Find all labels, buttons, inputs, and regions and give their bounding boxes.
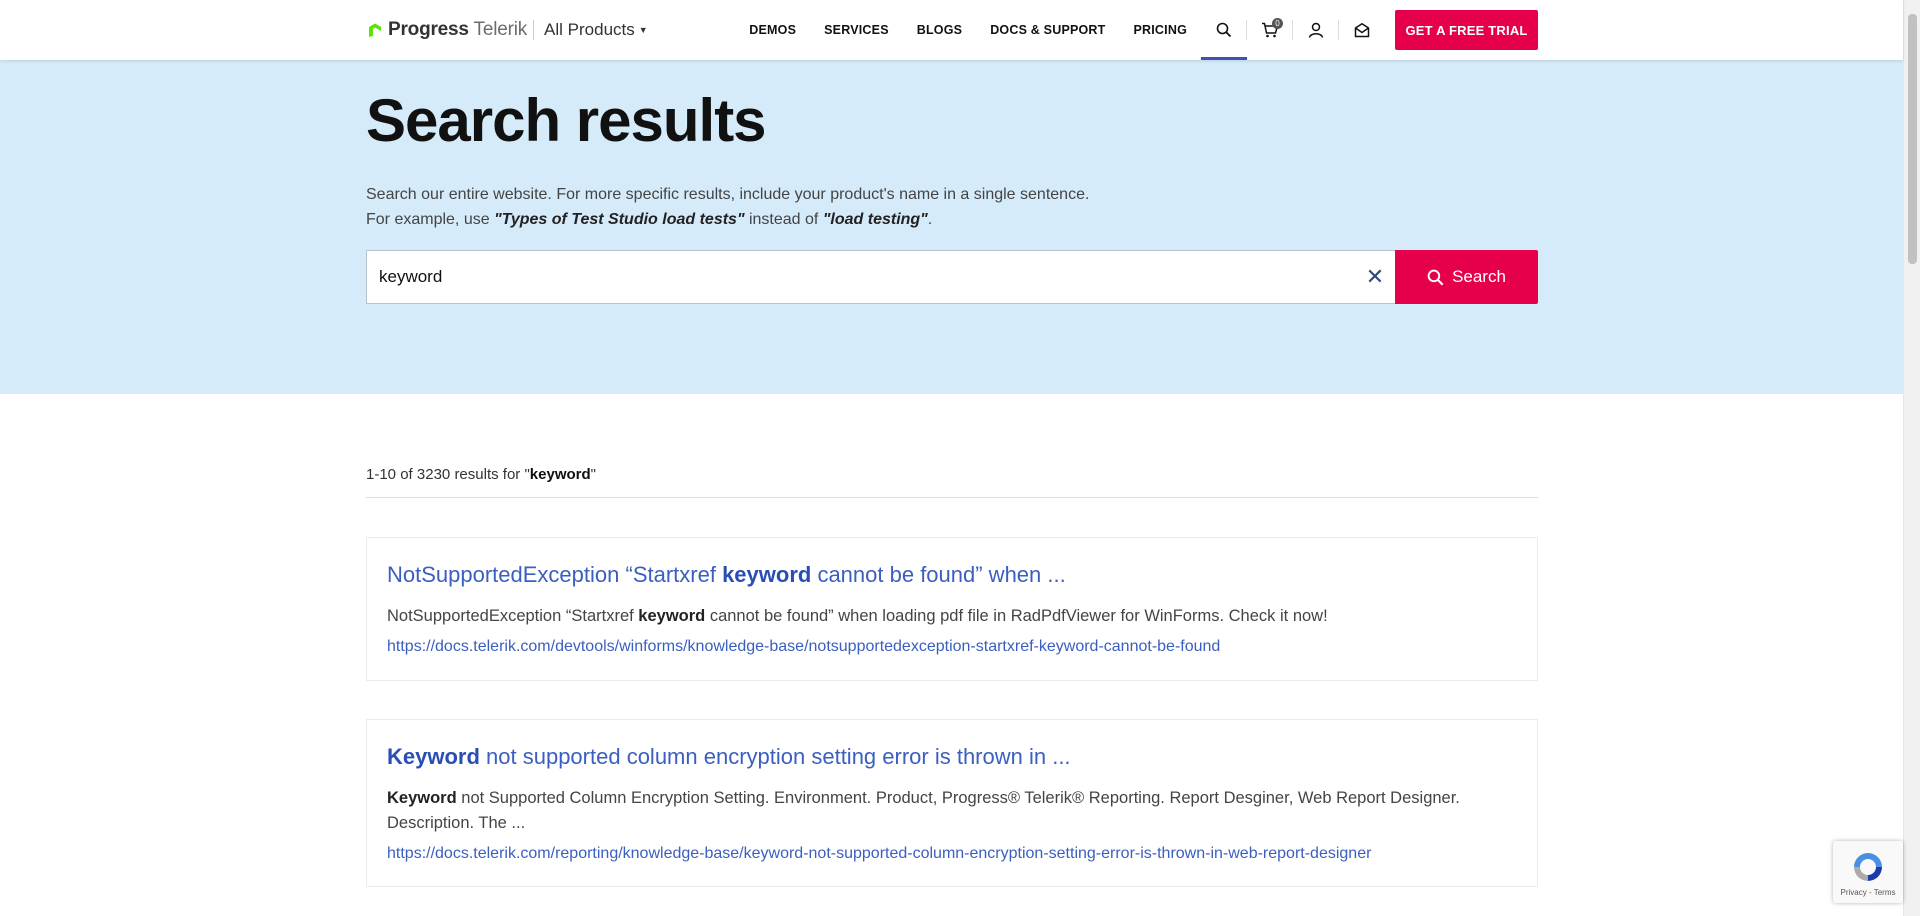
search-button[interactable]: Search bbox=[1395, 250, 1538, 304]
recaptcha-icon bbox=[1854, 853, 1882, 881]
search-description-line1: Search our entire website. For more spec… bbox=[366, 186, 1090, 203]
result-url-link[interactable]: https://docs.telerik.com/devtools/winfor… bbox=[387, 638, 1517, 656]
page-title: Search results bbox=[366, 87, 767, 154]
nav-cart-button[interactable]: 0 bbox=[1247, 0, 1293, 60]
all-products-menu[interactable]: All Products ▼ bbox=[544, 20, 648, 40]
nav-services[interactable]: SERVICES bbox=[824, 23, 889, 37]
result-url-link[interactable]: https://docs.telerik.com/reporting/knowl… bbox=[387, 845, 1517, 863]
progress-telerik-logo[interactable]: Progress Telerik bbox=[366, 19, 527, 41]
result-card: NotSupportedException “Startxref keyword… bbox=[366, 537, 1538, 681]
result-title-link[interactable]: Keyword not supported column encryption … bbox=[387, 744, 1517, 770]
results-divider bbox=[366, 497, 1538, 498]
results-count: 1-10 of 3230 results for "keyword" bbox=[366, 466, 596, 483]
all-products-label: All Products bbox=[544, 20, 635, 39]
bad-example: "load testing" bbox=[822, 211, 928, 228]
search-hero: Search results Search our entire website… bbox=[0, 60, 1903, 394]
nav-demos[interactable]: DEMOS bbox=[749, 23, 796, 37]
scrollbar-thumb[interactable] bbox=[1908, 14, 1917, 264]
good-example: "Types of Test Studio load tests" bbox=[494, 211, 745, 228]
caret-down-icon: ▼ bbox=[638, 25, 648, 35]
logo-divider bbox=[533, 20, 535, 40]
search-form: ✕ Search bbox=[366, 250, 1538, 304]
search-description: Search our entire website. For more spec… bbox=[366, 182, 1089, 232]
cart-count-badge: 0 bbox=[1272, 18, 1283, 29]
search-icon bbox=[1427, 269, 1444, 285]
result-snippet: NotSupportedException “Startxref keyword… bbox=[387, 607, 1328, 625]
results-query: keyword bbox=[529, 466, 591, 483]
page-scrollbar[interactable] bbox=[1903, 0, 1920, 916]
mail-icon bbox=[1354, 23, 1370, 38]
recaptcha-links[interactable]: Privacy - Terms bbox=[1833, 888, 1903, 897]
result-card: Keyword not supported column encryption … bbox=[366, 719, 1538, 887]
result-snippet: Keyword not Supported Column Encryption … bbox=[387, 789, 1460, 832]
clear-search-icon[interactable]: ✕ bbox=[1355, 250, 1395, 304]
nav-account-button[interactable] bbox=[1293, 0, 1339, 60]
nav-docs-support[interactable]: DOCS & SUPPORT bbox=[990, 23, 1105, 37]
logo-product: Telerik bbox=[473, 19, 528, 40]
nav-search-button[interactable] bbox=[1201, 0, 1247, 60]
nav-blogs[interactable]: BLOGS bbox=[917, 23, 962, 37]
user-icon bbox=[1308, 22, 1324, 38]
nav-pricing[interactable]: PRICING bbox=[1134, 23, 1188, 37]
result-title-link[interactable]: NotSupportedException “Startxref keyword… bbox=[387, 562, 1517, 588]
search-input[interactable] bbox=[366, 250, 1395, 304]
logo-brand: Progress bbox=[388, 19, 469, 40]
site-header: Progress Telerik All Products ▼ DEMOS SE… bbox=[0, 0, 1903, 60]
search-button-label: Search bbox=[1452, 267, 1506, 286]
nav-contact-button[interactable] bbox=[1339, 0, 1385, 60]
main-nav: DEMOS SERVICES BLOGS DOCS & SUPPORT PRIC… bbox=[735, 0, 1538, 60]
progress-logo-icon bbox=[369, 23, 381, 37]
recaptcha-badge[interactable]: Privacy - Terms bbox=[1833, 841, 1903, 903]
search-description-line2: For example, use "Types of Test Studio l… bbox=[366, 211, 933, 228]
search-icon bbox=[1216, 22, 1232, 38]
get-free-trial-button[interactable]: GET A FREE TRIAL bbox=[1395, 10, 1538, 50]
